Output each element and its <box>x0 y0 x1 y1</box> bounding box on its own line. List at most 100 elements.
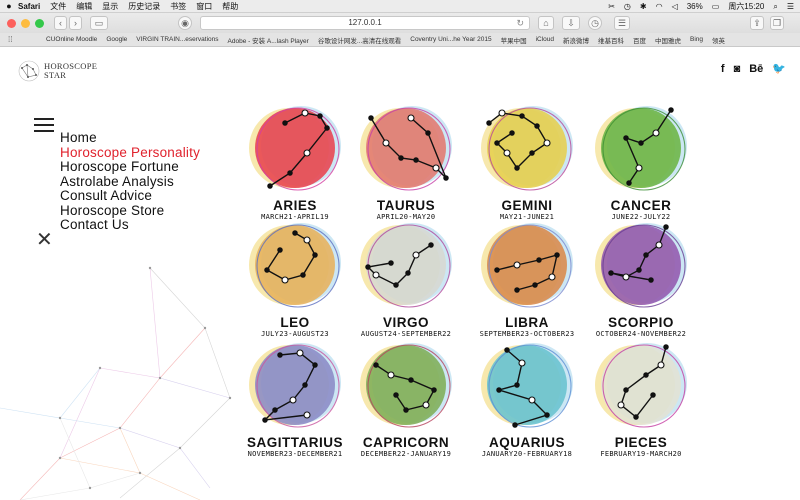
close-menu-icon[interactable]: ✕ <box>36 230 53 250</box>
volume-icon[interactable]: ◁ <box>672 2 678 11</box>
zodiac-dates: JANUARY20-FEBRUARY18 <box>481 450 573 458</box>
zodiac-name: LIBRA <box>505 315 549 330</box>
bookmark-item[interactable]: 苹果中国 <box>501 35 527 45</box>
share-button[interactable]: ⇪ <box>750 16 764 30</box>
menubar-clock[interactable]: 周六15:20 <box>728 1 764 12</box>
zodiac-card-leo[interactable]: LEO JULY23-AUGUST23 <box>235 215 355 338</box>
sidebar-toggle-button[interactable]: ▭ <box>90 16 108 30</box>
menu-bookmarks[interactable]: 书签 <box>170 1 186 12</box>
apple-menu-icon[interactable]: ● <box>0 1 18 11</box>
nav-item-horoscope-fortune[interactable]: Horoscope Fortune <box>60 159 200 175</box>
hamburger-menu-icon[interactable] <box>34 118 54 132</box>
zodiac-card-scorpio[interactable]: SCORPIO OCTOBER24-NOVEMBER22 <box>581 215 701 338</box>
forward-button[interactable]: › <box>69 16 82 30</box>
bluetooth-icon[interactable]: ✱ <box>640 2 647 11</box>
twitter-icon[interactable]: 🐦 <box>772 62 786 75</box>
bookmark-item[interactable]: Google <box>106 36 127 43</box>
menu-help[interactable]: 帮助 <box>222 1 238 12</box>
reload-icon[interactable]: ↻ <box>516 17 524 29</box>
history-clock-button[interactable]: ◷ <box>588 16 602 30</box>
bookmark-item[interactable]: 新浪微博 <box>563 35 589 45</box>
nav-item-contact-us[interactable]: Contact Us <box>60 217 200 233</box>
shield-icon[interactable]: ◉ <box>178 16 192 30</box>
menu-edit[interactable]: 编辑 <box>76 1 92 12</box>
scorpio-constellation-icon <box>595 223 687 308</box>
reading-list-button[interactable]: ☰ <box>614 16 630 30</box>
bookmark-item[interactable]: iCloud <box>536 36 554 43</box>
notification-center-icon[interactable]: ☰ <box>787 2 794 11</box>
taurus-constellation-icon <box>360 106 452 191</box>
virgo-constellation-icon <box>360 223 452 308</box>
site-logo[interactable]: HOROSCOPE STAR <box>18 60 97 82</box>
zodiac-dates: FEBRUARY19-MARCH20 <box>600 450 682 458</box>
zodiac-card-libra[interactable]: LIBRA SEPTEMBER23-OCTOBER23 <box>467 215 587 338</box>
nav-item-consult-advice[interactable]: Consult Advice <box>60 188 200 204</box>
zodiac-card-cancer[interactable]: CANCER JUNE22-JULY22 <box>581 98 701 221</box>
zodiac-card-pieces[interactable]: PIECES FEBRUARY19-MARCH20 <box>581 335 701 458</box>
home-button[interactable]: ⌂ <box>538 16 554 30</box>
nav-item-horoscope-store[interactable]: Horoscope Store <box>60 203 200 219</box>
sagittarius-constellation-icon <box>249 343 341 428</box>
browser-toolbar: ‹ › ▭ ◉ 127.0.0.1 ↻ ⌂ ⇩ ◷ ☰ ⇪ ❐ <box>0 13 800 33</box>
tabs-overview-button[interactable]: ❐ <box>770 16 784 30</box>
battery-percent[interactable]: 36% <box>687 2 703 11</box>
download-button[interactable]: ⇩ <box>562 16 580 30</box>
pieces-constellation-icon <box>595 343 687 428</box>
zodiac-dates: DECEMBER22-JANUARY19 <box>360 450 452 458</box>
zodiac-card-virgo[interactable]: VIRGO AUGUST24-SEPTEMBER22 <box>346 215 466 338</box>
bookmark-item[interactable]: VIRGIN TRAIN...eservations <box>136 36 218 43</box>
zodiac-card-capricorn[interactable]: CAPRICORN DECEMBER22-JANUARY19 <box>346 335 466 458</box>
zodiac-name: VIRGO <box>382 315 429 330</box>
cancer-constellation-icon <box>595 106 687 191</box>
menu-safari[interactable]: Safari <box>18 2 40 11</box>
back-button[interactable]: ‹ <box>54 16 67 30</box>
minimize-window-button[interactable] <box>21 18 30 28</box>
grid-icon[interactable]: ⁞⁞ <box>8 35 18 44</box>
zodiac-name: TAURUS <box>376 198 436 213</box>
bookmark-item[interactable]: Coventry Uni...he Year 2015 <box>410 36 491 43</box>
bookmark-item[interactable]: 百度 <box>633 35 646 45</box>
address-bar[interactable]: 127.0.0.1 ↻ <box>200 16 530 30</box>
scissors-icon[interactable]: ✂ <box>608 2 615 11</box>
clock-icon[interactable]: ◷ <box>624 2 631 11</box>
zodiac-card-aries[interactable]: ARIES MARCH21-APRIL19 <box>235 98 355 221</box>
logo-line-2: STAR <box>44 70 67 80</box>
menu-file[interactable]: 文件 <box>50 1 66 12</box>
nav-item-home[interactable]: Home <box>60 130 200 146</box>
zodiac-name: PIECES <box>614 435 668 450</box>
battery-icon: ▭ <box>711 2 720 11</box>
behance-icon[interactable]: Bē <box>749 63 763 75</box>
facebook-icon[interactable]: f <box>721 63 725 75</box>
bookmark-item[interactable]: 维基百科 <box>598 35 624 45</box>
bookmarks-bar: ⁞⁞ CUOnline Moodle Google VIRGIN TRAIN..… <box>0 33 800 47</box>
zodiac-card-sagittarius[interactable]: SAGITTARIUS NOVEMBER23-DECEMBER21 <box>235 335 355 458</box>
zodiac-card-gemini[interactable]: GEMINI MAY21-JUNE21 <box>467 98 587 221</box>
spotlight-icon[interactable]: ⌕ <box>773 2 777 12</box>
aquarius-constellation-icon <box>481 343 573 428</box>
menu-view[interactable]: 显示 <box>102 1 118 12</box>
web-page: HOROSCOPE STAR f ◙ Bē 🐦 Home Horoscope Pe… <box>0 48 800 500</box>
address-url: 127.0.0.1 <box>348 18 382 27</box>
bookmark-item[interactable]: 中国雅虎 <box>655 35 681 45</box>
window-controls <box>7 18 44 28</box>
bookmark-item[interactable]: 领英 <box>712 35 725 45</box>
bookmark-item[interactable]: Adobe - 安装 A...lash Player <box>228 35 309 45</box>
zodiac-name: LEO <box>280 315 310 330</box>
social-links: f ◙ Bē 🐦 <box>721 62 786 76</box>
zoom-window-button[interactable] <box>35 18 44 28</box>
instagram-icon[interactable]: ◙ <box>734 63 741 75</box>
wifi-icon[interactable]: ◠ <box>656 2 663 11</box>
zodiac-name: CAPRICORN <box>362 435 450 450</box>
libra-constellation-icon <box>481 223 573 308</box>
zodiac-card-taurus[interactable]: TAURUS APRIL20-MAY20 <box>346 98 466 221</box>
nav-item-horoscope-personality[interactable]: Horoscope Personality <box>60 145 200 161</box>
menu-window[interactable]: 窗口 <box>196 1 212 12</box>
bookmark-item[interactable]: CUOnline Moodle <box>46 36 97 43</box>
zodiac-card-aquarius[interactable]: AQUARIUS JANUARY20-FEBRUARY18 <box>467 335 587 458</box>
bookmark-item[interactable]: Bing <box>690 36 703 43</box>
close-window-button[interactable] <box>7 18 16 28</box>
bookmark-item[interactable]: 谷歌设计网发...高清在线观看 <box>318 35 401 45</box>
zodiac-name: SAGITTARIUS <box>247 435 343 450</box>
menu-history[interactable]: 历史记录 <box>128 1 160 12</box>
nav-item-astrolabe-analysis[interactable]: Astrolabe Analysis <box>60 174 200 190</box>
